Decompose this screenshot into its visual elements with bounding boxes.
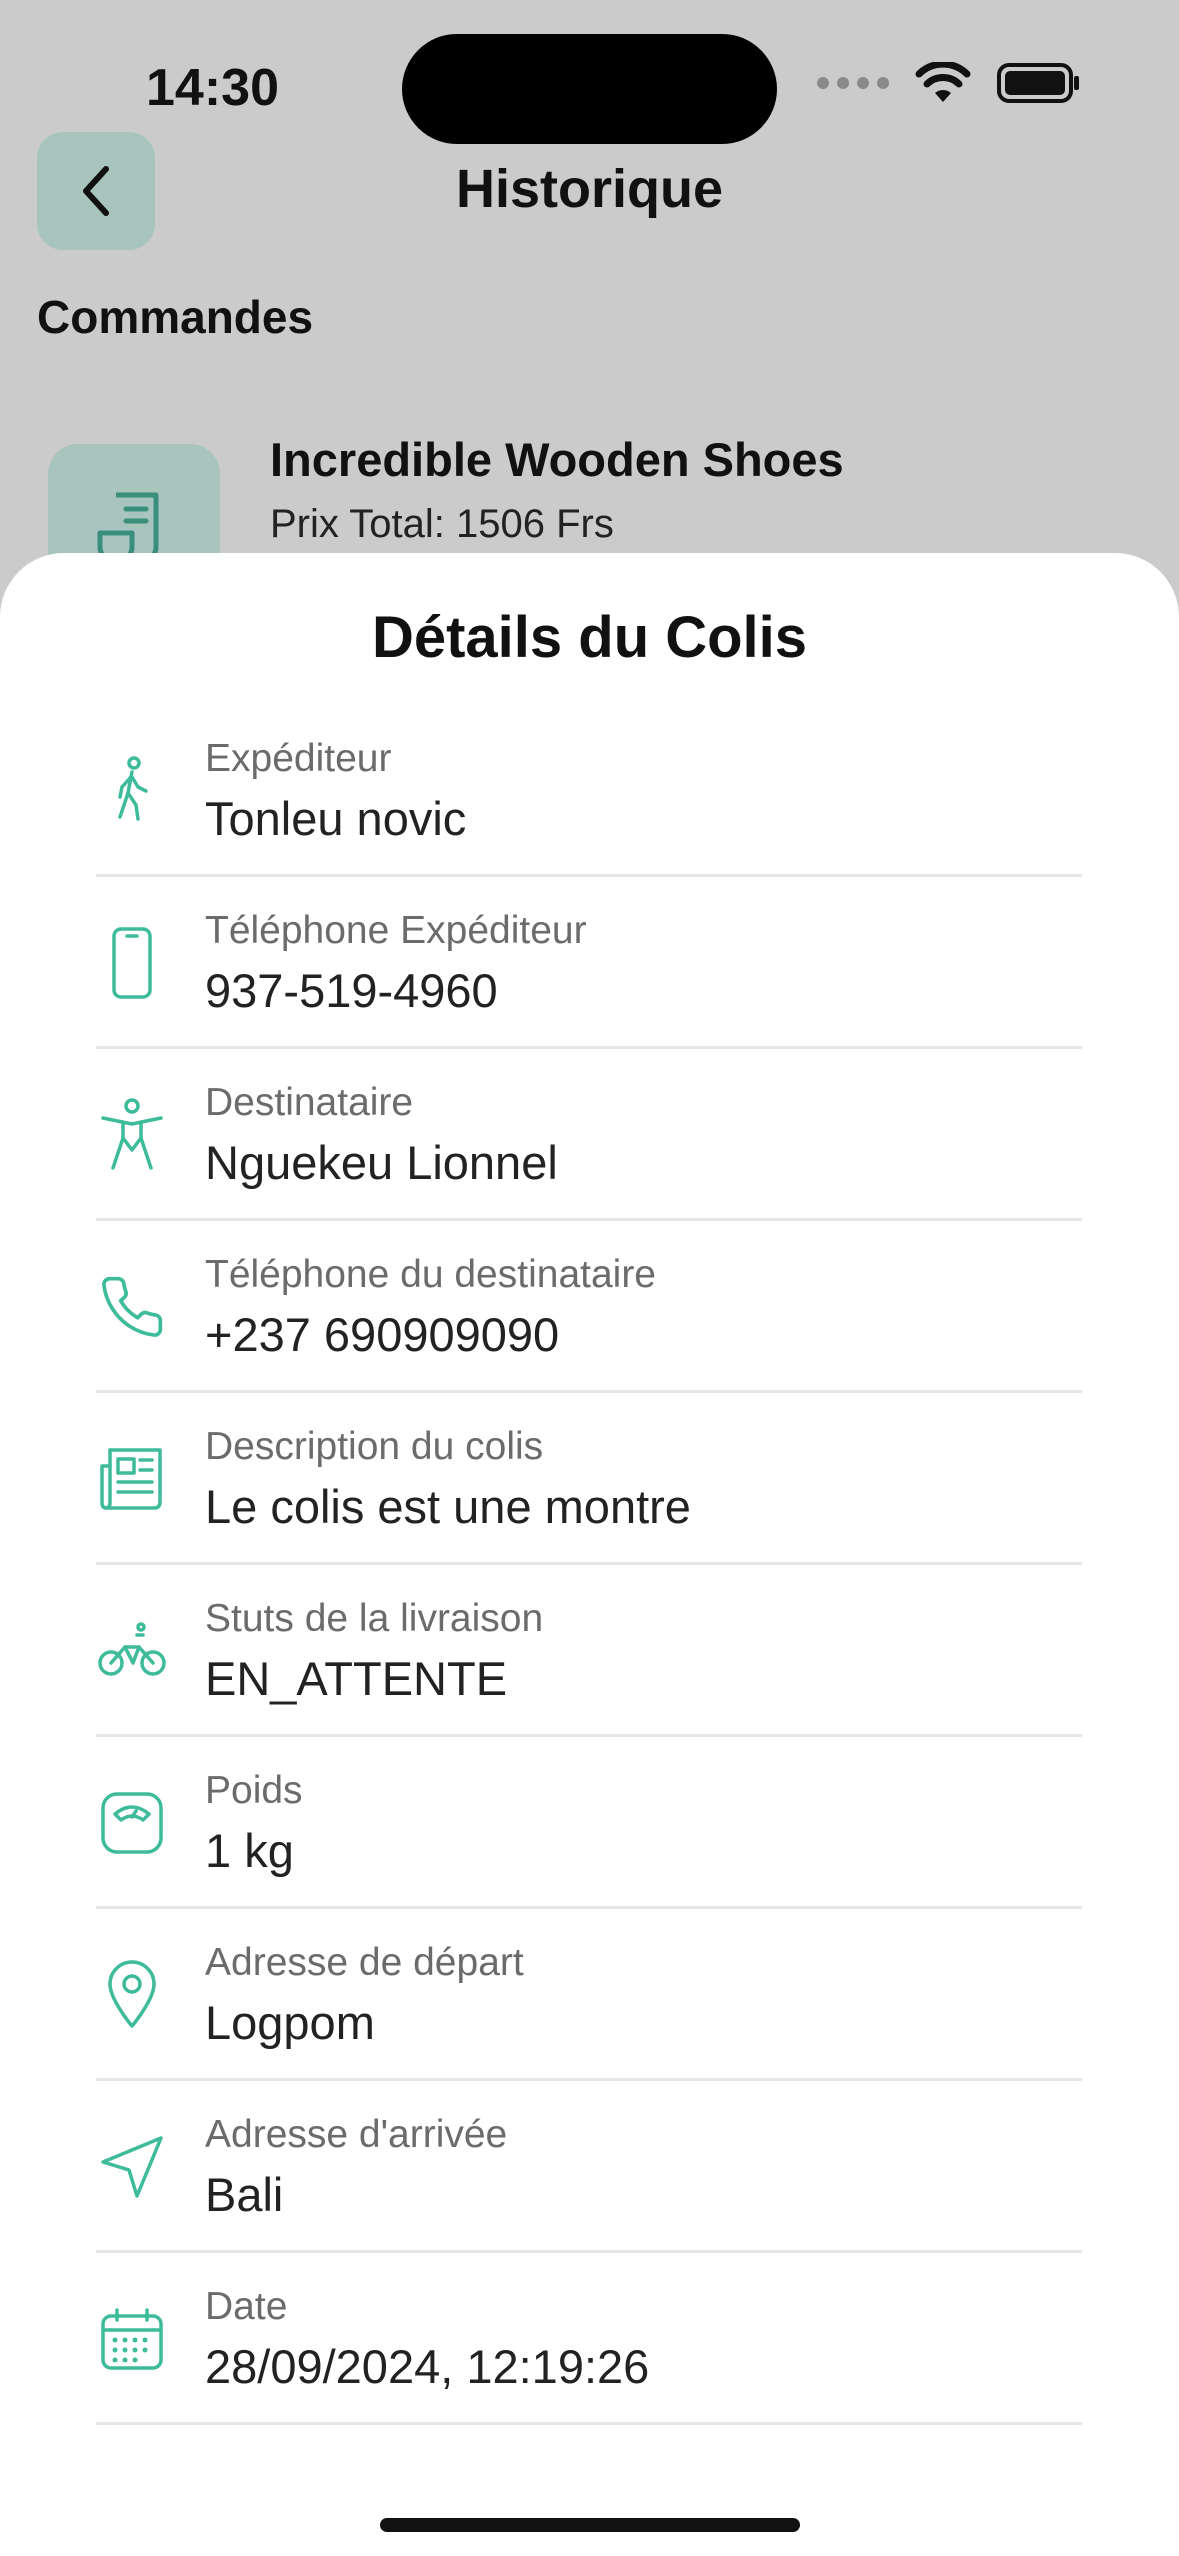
detail-value: Le colis est une montre (205, 1480, 691, 1533)
smartphone-icon (96, 927, 168, 999)
navigation-arrow-icon (96, 2131, 168, 2203)
order-name[interactable]: Incredible Wooden Shoes (270, 432, 844, 487)
cellular-signal-icon (817, 77, 889, 89)
detail-value: Bali (205, 2168, 284, 2221)
detail-label: Poids (205, 1769, 303, 1812)
battery-icon (997, 63, 1079, 103)
walking-person-icon (96, 755, 168, 827)
detail-label: Téléphone du destinataire (205, 1253, 656, 1296)
detail-row-date: Date 28/09/2024, 12:19:26 (96, 2253, 1082, 2425)
detail-row-description: Description du colis Le colis est une mo… (96, 1393, 1082, 1565)
detail-row-sender: Expéditeur Tonleu novic (96, 705, 1082, 877)
detail-label: Expéditeur (205, 737, 392, 780)
detail-label: Adresse d'arrivée (205, 2113, 508, 2156)
dynamic-island (402, 34, 777, 144)
status-time: 14:30 (146, 59, 279, 117)
detail-value: 937-519-4960 (205, 964, 498, 1017)
detail-row-weight: Poids 1 kg (96, 1737, 1082, 1909)
order-price: Prix Total: 1506 Frs (270, 502, 614, 546)
detail-label: Destinataire (205, 1081, 414, 1124)
detail-value: 1 kg (205, 1824, 294, 1877)
page-title: Historique (455, 159, 724, 219)
detail-value: 28/09/2024, 12:19:26 (205, 2340, 650, 2393)
detail-label: Stuts de la livraison (205, 1597, 544, 1640)
scale-icon (96, 1787, 168, 1859)
detail-value: Tonleu novic (205, 792, 467, 845)
detail-value: +237 690909090 (205, 1308, 560, 1361)
detail-label: Adresse de départ (205, 1941, 524, 1984)
bicycle-icon (96, 1615, 168, 1687)
detail-label: Description du colis (205, 1425, 544, 1468)
detail-row-departure-address: Adresse de départ Logpom (96, 1909, 1082, 2081)
section-title: Commandes (37, 291, 314, 343)
detail-row-delivery-status: Stuts de la livraison EN_ATTENTE (96, 1565, 1082, 1737)
detail-row-sender-phone: Téléphone Expéditeur 937-519-4960 (96, 877, 1082, 1049)
detail-label: Téléphone Expéditeur (205, 909, 587, 952)
detail-label: Date (205, 2285, 288, 2328)
accessibility-person-icon (96, 1098, 168, 1171)
detail-value: Nguekeu Lionnel (205, 1136, 558, 1189)
detail-value: Logpom (205, 1996, 375, 2049)
detail-row-recipient-phone: Téléphone du destinataire +237 690909090 (96, 1221, 1082, 1393)
detail-row-recipient: Destinataire Nguekeu Lionnel (96, 1049, 1082, 1221)
home-indicator[interactable] (380, 2518, 800, 2532)
calendar-icon (96, 2303, 168, 2375)
status-icons (817, 62, 1081, 104)
map-pin-icon (96, 1959, 168, 2031)
newspaper-icon (96, 1443, 168, 1515)
phone-icon (96, 1271, 168, 1343)
detail-row-arrival-address: Adresse d'arrivée Bali (96, 2081, 1082, 2253)
wifi-icon (915, 62, 971, 102)
detail-value: EN_ATTENTE (205, 1652, 508, 1705)
sheet-title: Détails du Colis (371, 605, 808, 670)
